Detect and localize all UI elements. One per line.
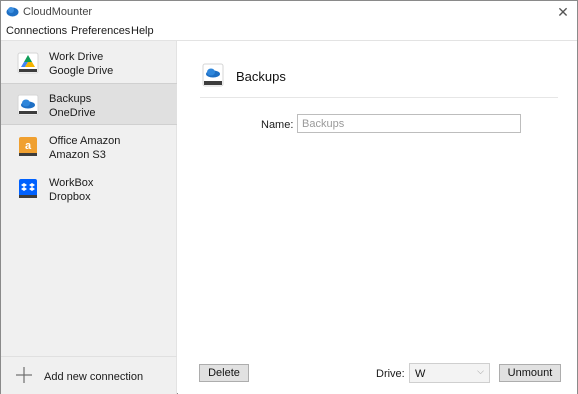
- drive-label: Drive:: [376, 368, 405, 380]
- amazon-s3-icon: a: [19, 137, 37, 156]
- connections-sidebar: Work Drive Google Drive Backups OneDrive…: [1, 41, 177, 394]
- window-title: CloudMounter: [23, 6, 93, 18]
- name-input[interactable]: [297, 114, 521, 133]
- connection-title: Backups: [236, 69, 286, 84]
- google-drive-icon: [17, 52, 39, 74]
- svg-text:a: a: [25, 140, 32, 152]
- connection-item-workbox[interactable]: WorkBox Dropbox: [1, 168, 177, 210]
- chevron-down-icon: ⌵: [477, 366, 484, 376]
- connection-item-office-amazon[interactable]: a Office Amazon Amazon S3: [1, 126, 177, 168]
- connection-item-work-drive[interactable]: Work Drive Google Drive: [1, 42, 177, 84]
- app-window: CloudMounter ✕ Connections Preferences H…: [0, 0, 578, 394]
- onedrive-icon: [17, 94, 39, 116]
- connection-name: Backups: [49, 93, 92, 105]
- connection-details-panel: Backups Name: Delete Drive: W ⌵ Unmount: [178, 41, 577, 394]
- drive-select[interactable]: W ⌵: [409, 363, 490, 383]
- connection-name: Office Amazon: [49, 135, 121, 147]
- dropbox-icon: [19, 179, 37, 198]
- unmount-button[interactable]: Unmount: [499, 364, 561, 382]
- drive-value: W: [415, 368, 426, 380]
- onedrive-icon: [202, 63, 224, 87]
- add-connection-button[interactable]: Add new connection: [1, 356, 177, 394]
- connection-service: OneDrive: [49, 107, 96, 119]
- name-label: Name:: [261, 119, 294, 131]
- plus-icon: [16, 367, 32, 383]
- menu-help[interactable]: Help: [131, 25, 154, 37]
- connection-item-backups[interactable]: Backups OneDrive: [1, 83, 177, 125]
- add-connection-label: Add new connection: [44, 371, 144, 383]
- connection-name: Work Drive: [49, 51, 104, 63]
- connection-name: WorkBox: [49, 177, 94, 189]
- connection-service: Google Drive: [49, 65, 114, 77]
- title-bar: CloudMounter ✕: [1, 1, 577, 23]
- menu-connections[interactable]: Connections: [6, 25, 67, 37]
- cloudmounter-logo-icon: [6, 7, 19, 17]
- close-icon[interactable]: ✕: [553, 3, 573, 21]
- header-divider: [200, 97, 558, 98]
- menu-bar: Connections Preferences Help: [1, 23, 577, 41]
- connection-service: Dropbox: [49, 191, 91, 203]
- connection-service: Amazon S3: [49, 149, 106, 161]
- delete-button[interactable]: Delete: [199, 364, 249, 382]
- menu-preferences[interactable]: Preferences: [71, 25, 130, 37]
